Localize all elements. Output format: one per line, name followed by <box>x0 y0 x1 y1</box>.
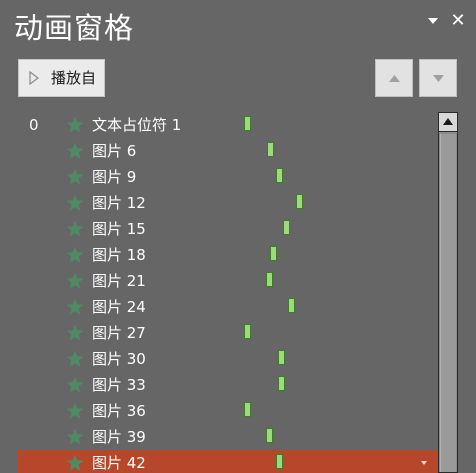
animation-order-number: 0 <box>29 116 39 134</box>
animation-list: 0 文本占位符 1 图片 6 图片 9 图片 12 图片 15 图片 18 图片 21 图片 2… <box>18 112 438 473</box>
star-entrance-icon <box>66 142 84 159</box>
item-dropdown-icon[interactable] <box>420 459 428 467</box>
star-entrance-icon <box>66 428 84 445</box>
animation-item-label: 图片 39 <box>92 428 146 446</box>
animation-item-label: 图片 24 <box>92 298 146 316</box>
star-entrance-icon <box>66 350 84 367</box>
star-entrance-icon <box>66 324 84 341</box>
move-down-button[interactable] <box>419 59 457 97</box>
animation-item-label: 图片 36 <box>92 402 146 420</box>
animation-item[interactable]: 图片 6 <box>18 138 438 164</box>
star-entrance-icon <box>66 376 84 393</box>
animation-item[interactable]: 图片 18 <box>18 242 438 268</box>
timing-bar[interactable] <box>296 194 303 209</box>
animation-item[interactable]: 图片 30 <box>18 346 438 372</box>
play-from-label: 播放自 <box>51 69 97 87</box>
animation-item-label: 文本占位符 1 <box>92 116 182 134</box>
star-entrance-icon <box>66 220 84 237</box>
move-down-icon <box>433 75 444 82</box>
animation-item-label: 图片 9 <box>92 168 137 186</box>
scroll-up-arrow-icon <box>443 118 453 125</box>
scroll-up-button[interactable] <box>439 113 457 132</box>
animation-item-label: 图片 21 <box>92 272 146 290</box>
timing-bar[interactable] <box>266 272 273 287</box>
scroll-thumb[interactable] <box>440 134 456 472</box>
animation-item[interactable]: 图片 21 <box>18 268 438 294</box>
timing-bar[interactable] <box>270 246 277 261</box>
animation-item[interactable]: 图片 9 <box>18 164 438 190</box>
vertical-scrollbar[interactable] <box>438 112 458 473</box>
timing-bar[interactable] <box>266 428 273 443</box>
pane-options-icon[interactable] <box>426 14 440 28</box>
animation-item[interactable]: 图片 27 <box>18 320 438 346</box>
star-entrance-icon <box>66 168 84 185</box>
star-entrance-icon <box>66 454 84 471</box>
animation-item-label: 图片 15 <box>92 220 146 238</box>
animation-item-label: 图片 33 <box>92 376 146 394</box>
timing-bar[interactable] <box>278 350 285 365</box>
move-up-button[interactable] <box>375 59 413 97</box>
animation-item[interactable]: 图片 15 <box>18 216 438 242</box>
timing-bar[interactable] <box>276 168 283 183</box>
move-up-icon <box>389 75 400 82</box>
close-icon[interactable]: ✕ <box>449 12 467 30</box>
animation-item[interactable]: 图片 33 <box>18 372 438 398</box>
animation-item[interactable]: 图片 39 <box>18 424 438 450</box>
animation-item-label: 图片 42 <box>92 454 146 472</box>
animation-item-label: 图片 27 <box>92 324 146 342</box>
animation-item-label: 图片 18 <box>92 246 146 264</box>
timing-bar[interactable] <box>278 376 285 391</box>
play-from-button[interactable]: 播放自 <box>18 59 105 97</box>
timing-bar[interactable] <box>288 298 295 313</box>
star-entrance-icon <box>66 272 84 289</box>
animation-item[interactable]: 0 文本占位符 1 <box>18 112 438 138</box>
star-entrance-icon <box>66 246 84 263</box>
timing-bar[interactable] <box>244 116 251 131</box>
animation-item[interactable]: 图片 42 <box>18 450 438 473</box>
timing-bar[interactable] <box>244 324 251 339</box>
animation-item-label: 图片 6 <box>92 142 137 160</box>
animation-item-label: 图片 30 <box>92 350 146 368</box>
animation-item[interactable]: 图片 36 <box>18 398 438 424</box>
star-entrance-icon <box>66 194 84 211</box>
play-triangle-icon <box>29 71 39 85</box>
star-entrance-icon <box>66 402 84 419</box>
animation-item-label: 图片 12 <box>92 194 146 212</box>
timing-bar[interactable] <box>283 220 290 235</box>
timing-bar[interactable] <box>244 402 251 417</box>
animation-item[interactable]: 图片 12 <box>18 190 438 216</box>
star-entrance-icon <box>66 116 84 133</box>
animation-item[interactable]: 图片 24 <box>18 294 438 320</box>
timing-bar[interactable] <box>267 142 274 157</box>
animation-pane: 动画窗格 ✕ 播放自 0 文本占位符 1 图片 6 图片 9 图片 12 图片 15 图片 … <box>0 0 476 473</box>
timing-bar[interactable] <box>276 454 283 469</box>
star-entrance-icon <box>66 298 84 315</box>
pane-title: 动画窗格 <box>14 11 135 45</box>
